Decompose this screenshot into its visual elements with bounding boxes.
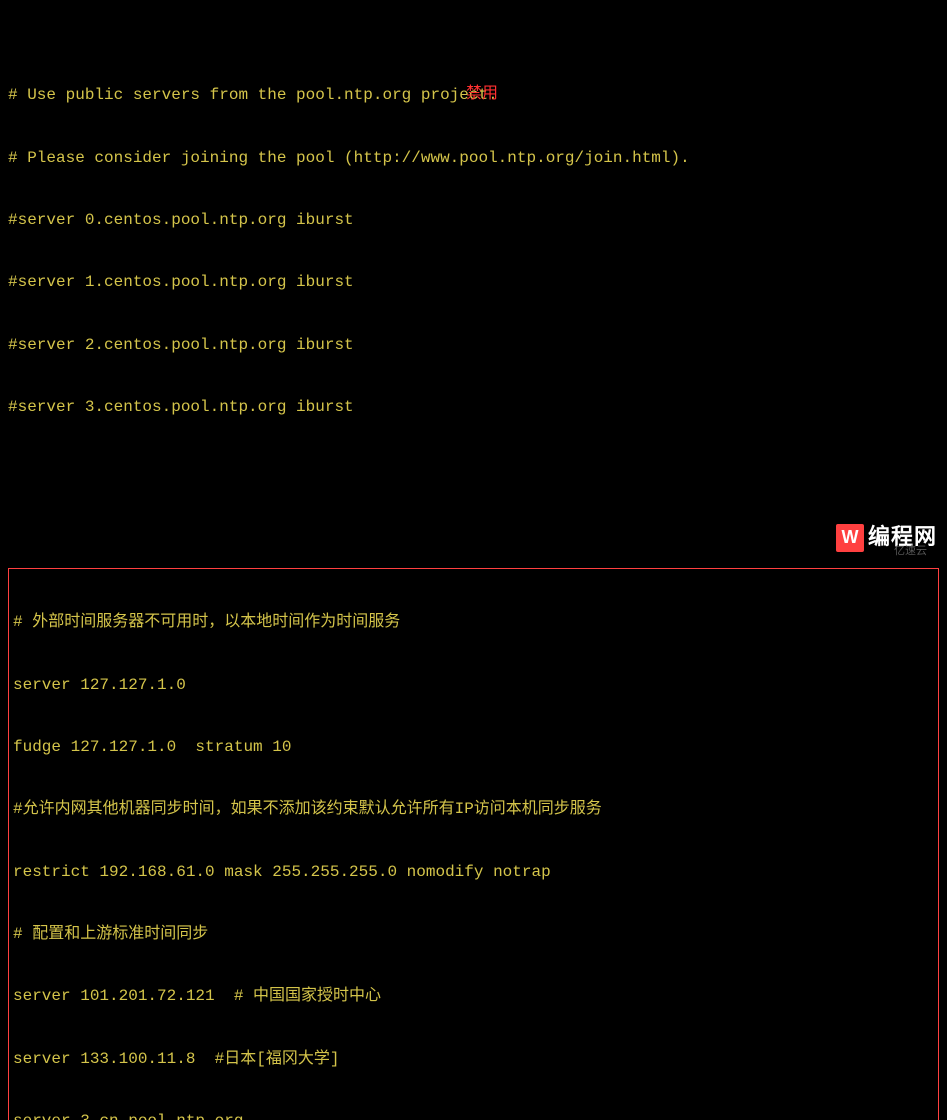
- terminal-output: # Use public servers from the pool.ntp.o…: [8, 2, 939, 1120]
- config-line: server 127.127.1.0: [13, 675, 934, 696]
- config-line: # 外部时间服务器不可用时，以本地时间作为时间服务: [13, 612, 934, 633]
- config-line: server 101.201.72.121 # 中国国家授时中心: [13, 986, 934, 1007]
- config-line: restrict 192.168.61.0 mask 255.255.255.0…: [13, 862, 934, 883]
- config-line: # Please consider joining the pool (http…: [8, 148, 939, 169]
- disable-annotation: 禁用: [466, 84, 498, 105]
- watermark-text: 亿速云: [894, 544, 927, 558]
- highlighted-config-block: # 外部时间服务器不可用时，以本地时间作为时间服务 server 127.127…: [8, 568, 939, 1120]
- config-line: #server 0.centos.pool.ntp.org iburst: [8, 210, 939, 231]
- config-line: server 3.cn.pool.ntp.org: [13, 1111, 934, 1120]
- config-line: #server 1.centos.pool.ntp.org iburst: [8, 272, 939, 293]
- config-line: fudge 127.127.1.0 stratum 10: [13, 737, 934, 758]
- config-line: server 133.100.11.8 #日本[福冈大学]: [13, 1049, 934, 1070]
- top-config-block: # Use public servers from the pool.ntp.o…: [8, 44, 939, 460]
- logo-icon: W: [836, 524, 864, 552]
- config-line: #server 2.centos.pool.ntp.org iburst: [8, 335, 939, 356]
- config-line: #允许内网其他机器同步时间，如果不添加该约束默认允许所有IP访问本机同步服务: [13, 799, 934, 820]
- config-line: # 配置和上游标准时间同步: [13, 924, 934, 945]
- config-line: #server 3.centos.pool.ntp.org iburst: [8, 397, 939, 418]
